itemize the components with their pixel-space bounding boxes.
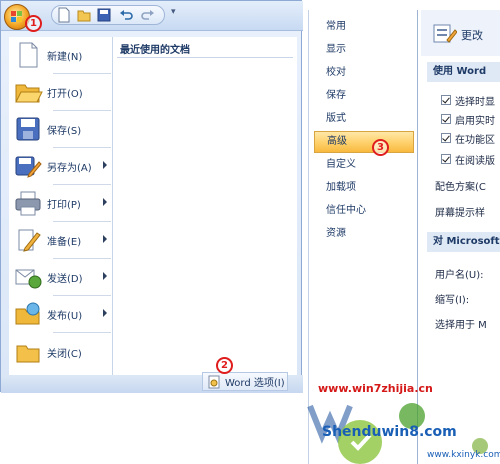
watermark-url-1: www.win7zhijia.cn [318,382,433,395]
step-marker-2: 2 [216,357,233,374]
menu-item-close[interactable]: 关闭(C) [9,334,113,370]
language-label: 选择用于 M [435,320,487,331]
category-resources[interactable]: 资源 [314,223,414,245]
screen-tip-label: 屏幕提示样 [435,208,485,219]
menu-item-new[interactable]: 新建(N) [9,37,113,73]
word-options-button[interactable]: Word 选项(I) [202,372,288,391]
printer-icon [15,191,41,216]
submenu-arrow-icon [103,161,107,169]
category-proofing[interactable]: 校对 [314,62,414,84]
checkbox-row[interactable]: 启用实时 [441,111,495,127]
save-disk-icon [16,117,40,141]
menu-item-prepare[interactable]: 准备(E) [9,222,113,258]
color-scheme-label: 配色方案(C [435,182,486,193]
menu-item-label: 另存为(A) [47,162,92,174]
checkbox-label: 在阅读版 [455,155,495,167]
checkbox[interactable] [441,154,451,164]
customize-toolbar-icon[interactable]: ▾ [171,7,176,17]
menu-item-label: 准备(E) [47,236,82,248]
new-document-icon [19,42,38,68]
publish-icon [15,302,40,325]
menu-item-label: 打印(P) [47,199,81,211]
close-folder-icon [16,345,40,363]
word-options-icon [208,375,220,388]
menu-item-label: 打开(O) [47,88,83,100]
category-add-ins[interactable]: 加载项 [314,177,414,199]
checkbox-row[interactable]: 在阅读版 [441,151,495,167]
section-personalize: 对 Microsoft [427,232,500,252]
watermark-url-2: Shenduwin8.com [322,424,457,440]
username-label: 用户名(U): [435,270,484,281]
recent-documents-title: 最近使用的文档 [120,45,190,56]
open-folder-icon [15,84,43,103]
checkbox-row[interactable]: 选择时显 [441,92,495,108]
office-menu: ▾ 新建(N) 打开(O) 保存(S) 另存为(A) 打印(P) 准备(E) 发… [0,0,303,393]
new-document-icon[interactable] [57,7,71,23]
options-header: 更改 [421,10,500,56]
category-popular[interactable]: 常用 [314,16,414,38]
menu-item-label: 关闭(C) [47,348,82,360]
undo-icon[interactable] [119,7,133,23]
menu-item-publish[interactable]: 发布(U) [9,296,113,332]
menu-item-label: 新建(N) [47,51,83,63]
quick-access-toolbar: ▾ [1,1,303,31]
menu-item-label: 保存(S) [47,125,82,137]
initials-label: 缩写(I): [435,295,470,306]
options-header-icon [433,24,457,43]
word-options-label: Word 选项(I) [225,378,285,389]
checkbox-row[interactable]: 在功能区 [441,130,495,146]
checkbox[interactable] [441,114,451,124]
checkbox-label: 在功能区 [455,134,495,146]
office-logo-icon [11,11,23,23]
checkbox[interactable] [441,133,451,143]
category-display[interactable]: 显示 [314,39,414,61]
section-top-options: 使用 Word [427,62,500,82]
menu-item-label: 发送(D) [47,273,83,285]
category-customize[interactable]: 自定义 [314,154,414,176]
category-advanced[interactable]: 高级 [314,131,414,153]
recent-documents-divider [117,57,293,58]
submenu-arrow-icon [103,309,107,317]
office-menu-commands: 新建(N) 打开(O) 保存(S) 另存为(A) 打印(P) 准备(E) 发送(… [9,37,113,375]
recent-documents-panel: 最近使用的文档 [113,37,297,375]
menu-item-print[interactable]: 打印(P) [9,185,113,221]
step-marker-1: 1 [25,15,42,32]
step-marker-3: 3 [372,139,389,156]
checkbox[interactable] [441,95,451,105]
menu-item-save[interactable]: 保存(S) [9,111,113,147]
submenu-arrow-icon [103,198,107,206]
options-header-text: 更改 [461,29,483,42]
checkbox-label: 选择时显 [455,96,495,108]
send-icon [15,269,42,289]
redo-icon[interactable] [141,7,155,23]
open-folder-icon[interactable] [77,7,91,23]
category-layout[interactable]: 版式 [314,108,414,130]
category-save[interactable]: 保存 [314,85,414,107]
watermark-url-3: www.kxinyk.com [427,450,500,460]
submenu-arrow-icon [103,235,107,243]
menu-item-send[interactable]: 发送(D) [9,259,113,295]
save-as-icon [15,156,42,178]
submenu-arrow-icon [103,272,107,280]
checkbox-label: 启用实时 [455,115,495,127]
menu-item-label: 发布(U) [47,310,83,322]
menu-item-open[interactable]: 打开(O) [9,74,113,110]
save-icon[interactable] [97,7,111,23]
prepare-pencil-icon [18,229,41,252]
menu-divider [53,332,111,333]
menu-item-save-as[interactable]: 另存为(A) [9,148,113,184]
category-trust-center[interactable]: 信任中心 [314,200,414,222]
